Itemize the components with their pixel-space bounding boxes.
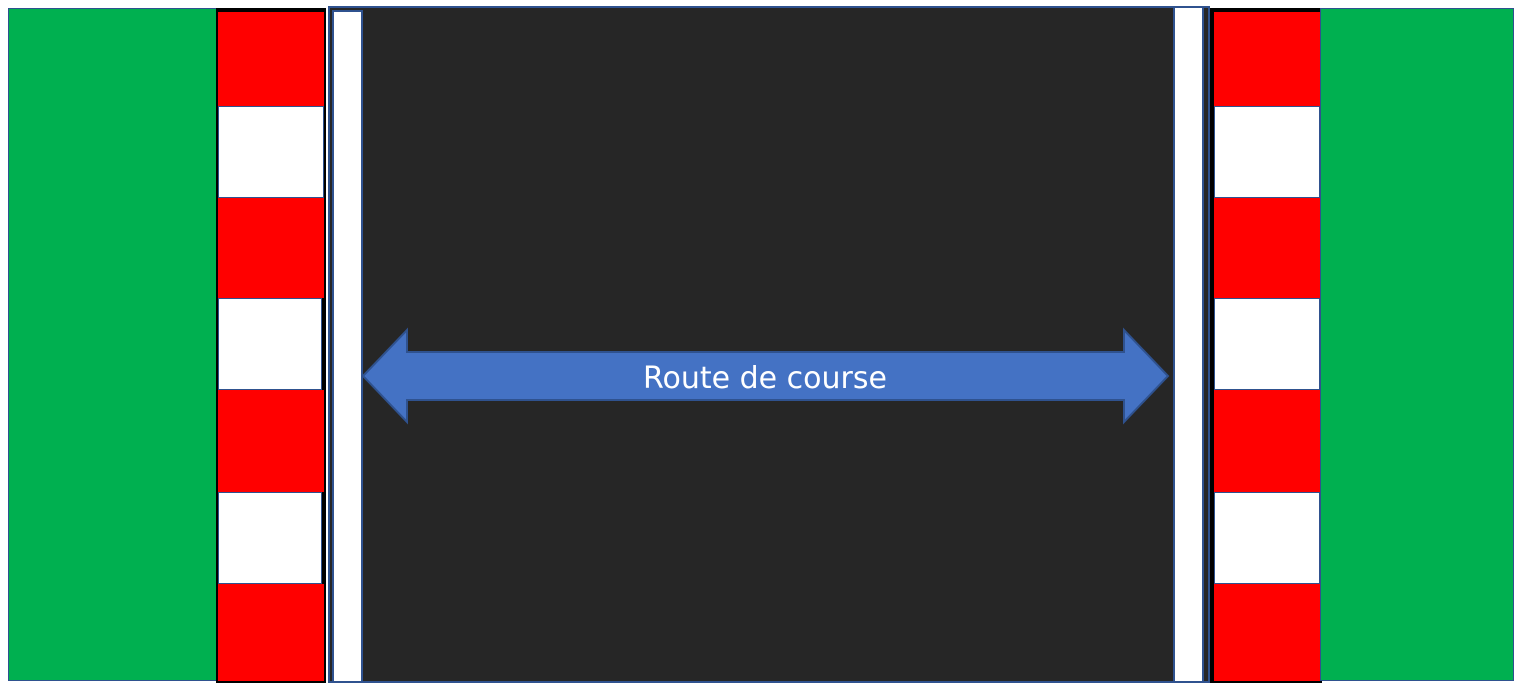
arrow-label: Route de course xyxy=(643,361,887,396)
track-width-arrow: Route de course xyxy=(361,327,1170,425)
